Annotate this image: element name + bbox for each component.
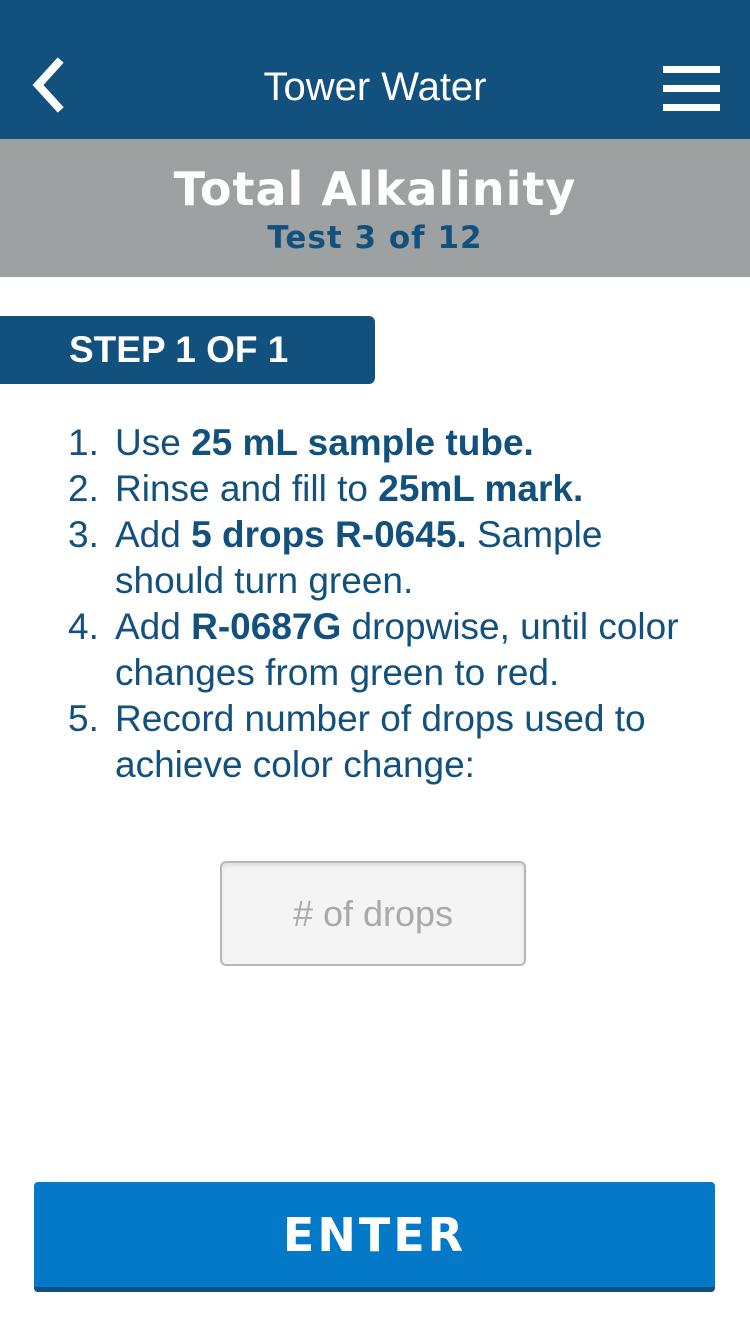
instruction-text: Add R-0687G dropwise, until color change… — [115, 604, 708, 696]
instruction-text: Rinse and fill to 25mL mark. — [115, 466, 708, 512]
chevron-left-icon — [32, 57, 64, 113]
instruction-item: 3. Add 5 drops R-0645. Sample should turn… — [68, 512, 708, 604]
instruction-segment: Use — [115, 422, 192, 463]
instruction-number: 2. — [68, 468, 99, 509]
test-title: Total Alkalinity — [173, 162, 577, 216]
navigation-bar: Tower Water — [0, 0, 750, 139]
step-label: STEP 1 OF 1 — [69, 329, 289, 370]
instruction-item: 5. Record number of drops used to achieve… — [68, 696, 708, 788]
instruction-segment: Add — [115, 514, 192, 555]
instruction-item: 1. Use 25 mL sample tube. — [68, 420, 708, 466]
drops-count-input[interactable] — [220, 861, 526, 966]
instruction-emphasis: 25mL mark. — [378, 468, 584, 509]
instruction-segment: Record number of drops used to achieve c… — [115, 698, 646, 785]
back-button[interactable] — [18, 50, 78, 120]
instruction-text: Use 25 mL sample tube. — [115, 420, 708, 466]
step-tab: STEP 1 OF 1 — [0, 316, 375, 384]
nav-title: Tower Water — [263, 65, 487, 109]
test-header: Total Alkalinity Test 3 of 12 — [0, 139, 750, 277]
instruction-number: 5. — [68, 698, 99, 739]
instruction-number: 1. — [68, 422, 99, 463]
instruction-number: 3. — [68, 514, 99, 555]
instruction-emphasis: R-0687G — [191, 606, 342, 647]
instruction-number: 4. — [68, 606, 99, 647]
instruction-segment: Rinse and fill to — [115, 468, 379, 509]
instruction-segment: Add — [115, 606, 192, 647]
test-progress: Test 3 of 12 — [267, 220, 483, 256]
test-step-screen: Tower Water Total Alkalinity Test 3 of 1… — [0, 0, 750, 1334]
instruction-emphasis: 5 drops R-0645. — [191, 514, 467, 555]
instruction-text: Add 5 drops R-0645. Sample should turn g… — [115, 512, 708, 604]
instruction-item: 2. Rinse and fill to 25mL mark. — [68, 466, 708, 512]
instruction-emphasis: 25 mL sample tube. — [191, 422, 534, 463]
enter-button[interactable]: ENTER — [34, 1182, 715, 1292]
instruction-list: 1. Use 25 mL sample tube. 2. Rinse and fill… — [68, 420, 708, 788]
instruction-text: Record number of drops used to achieve c… — [115, 696, 708, 788]
menu-button[interactable] — [655, 58, 727, 120]
instruction-item: 4. Add R-0687G dropwise, until color chan… — [68, 604, 708, 696]
